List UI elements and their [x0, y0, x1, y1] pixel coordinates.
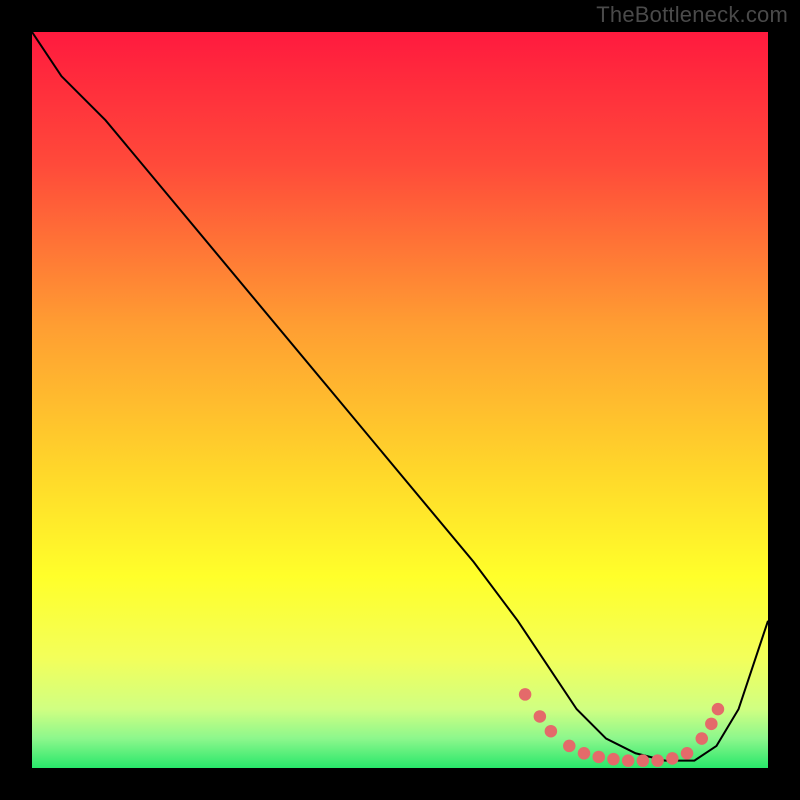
trough-marker	[705, 718, 718, 731]
trough-markers	[519, 688, 724, 767]
trough-marker	[519, 688, 532, 701]
trough-marker	[696, 732, 709, 745]
trough-marker	[637, 754, 650, 767]
trough-marker	[545, 725, 558, 738]
trough-marker	[681, 747, 694, 760]
chart-frame: TheBottleneck.com	[0, 0, 800, 800]
trough-marker	[622, 754, 635, 767]
trough-marker	[534, 710, 547, 723]
trough-marker	[607, 753, 620, 766]
trough-marker	[592, 751, 605, 764]
curve-layer	[32, 32, 768, 768]
trough-marker	[578, 747, 591, 760]
trough-marker	[712, 703, 725, 716]
bottleneck-curve	[32, 32, 768, 761]
trough-marker	[651, 754, 664, 767]
plot-area	[32, 32, 768, 768]
trough-marker	[563, 740, 576, 753]
trough-marker	[666, 752, 679, 765]
attribution-label: TheBottleneck.com	[596, 2, 788, 28]
